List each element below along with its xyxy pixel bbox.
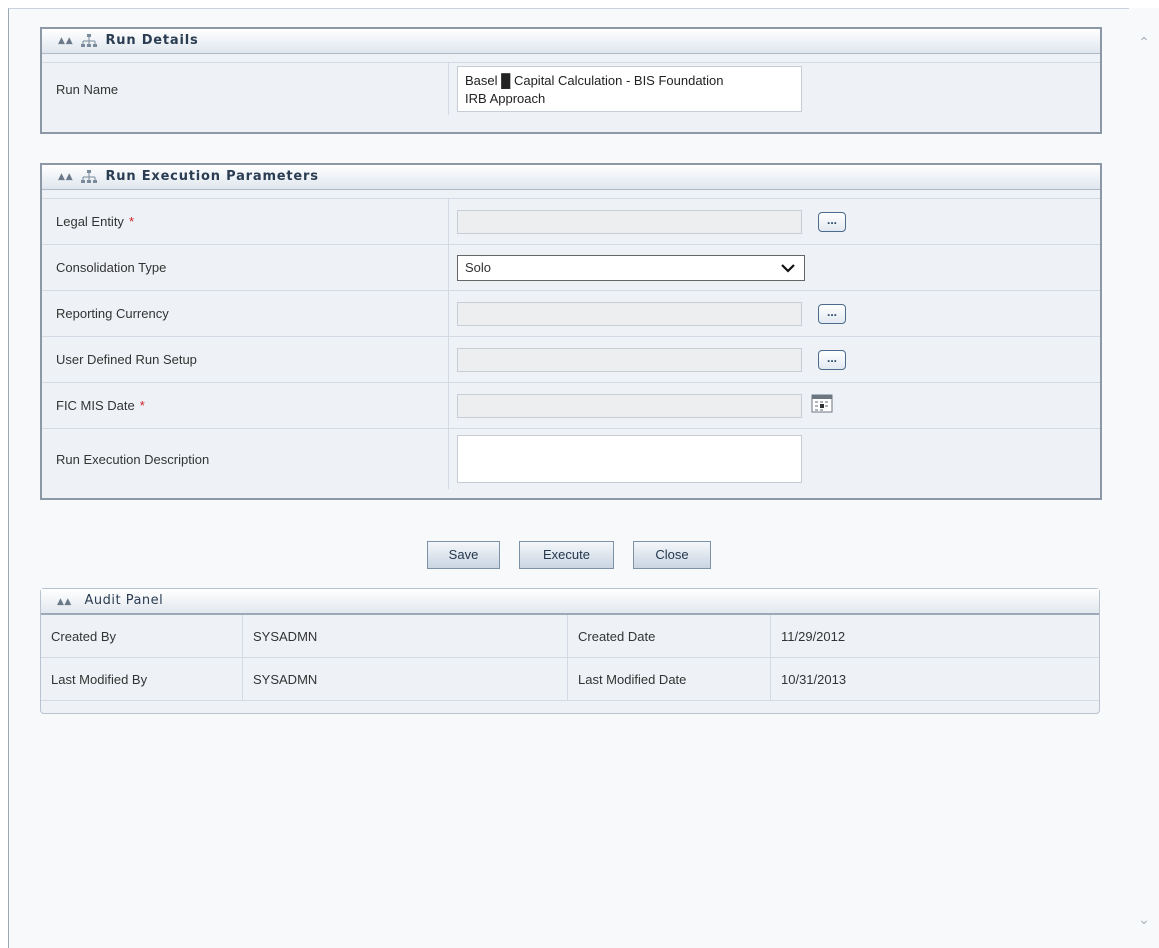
user-defined-run-setup-label-text: User Defined Run Setup <box>56 352 197 367</box>
fic-mis-date-field[interactable] <box>457 393 802 418</box>
run-details-header[interactable]: ▲▲ Run Details <box>42 29 1100 54</box>
run-execution-title: Run Execution Parameters <box>105 169 319 184</box>
audit-panel-title: Audit Panel <box>84 593 164 608</box>
run-execution-description-label: Run Execution Description <box>42 429 449 489</box>
created-date-value: 11/29/2012 <box>781 628 846 644</box>
run-details-title: Run Details <box>105 33 199 48</box>
last-modified-date-label: Last Modified Date <box>568 658 771 700</box>
created-date-label: Created Date <box>568 615 771 657</box>
created-by-label: Created By <box>41 615 243 657</box>
close-button[interactable]: Close <box>633 541 711 569</box>
run-name-cell: Basel █ Capital Calculation - BIS Founda… <box>449 63 1100 115</box>
fic-mis-date-label: FIC MIS Date * <box>42 383 449 428</box>
audit-row-modified: Last Modified By SYSADMN Last Modified D… <box>41 658 1099 701</box>
last-modified-by-label: Last Modified By <box>41 658 243 700</box>
user-defined-run-setup-label: User Defined Run Setup <box>42 337 449 382</box>
fic-mis-date-cell <box>449 383 1100 428</box>
required-marker: * <box>139 398 145 413</box>
consolidation-type-select[interactable]: Solo <box>457 254 805 281</box>
chevron-down-icon <box>781 263 795 273</box>
last-modified-by-value: SYSADMN <box>243 658 568 700</box>
run-name-label-text: Run Name <box>56 81 119 97</box>
reporting-currency-label: Reporting Currency <box>42 291 449 336</box>
legal-entity-field[interactable] <box>457 209 802 234</box>
run-execution-description-cell <box>449 429 1100 489</box>
legal-entity-label-text: Legal Entity <box>56 214 124 229</box>
fic-mis-date-label-text: FIC MIS Date <box>56 398 135 413</box>
user-defined-run-setup-cell: ... <box>449 337 1100 382</box>
run-execution-description-textarea[interactable] <box>457 435 802 483</box>
run-details-panel: ▲▲ Run Details Run Name Basel █ Capital … <box>40 27 1102 134</box>
calendar-icon[interactable] <box>811 393 833 413</box>
user-defined-run-setup-row: User Defined Run Setup ... <box>42 336 1100 382</box>
user-defined-run-setup-lookup-button[interactable]: ... <box>818 349 846 370</box>
collapse-icon[interactable]: ▲▲ <box>58 29 73 53</box>
consolidation-type-label-text: Consolidation Type <box>56 260 167 275</box>
run-name-label: Run Name <box>42 63 449 115</box>
legal-entity-lookup-button[interactable]: ... <box>818 211 846 232</box>
reporting-currency-cell: ... <box>449 291 1100 336</box>
run-name-row: Run Name Basel █ Capital Calculation - B… <box>42 62 1100 115</box>
audit-panel-header[interactable]: ▲▲ Audit Panel <box>41 589 1099 615</box>
run-name-line1: Basel █ Capital Calculation - BIS Founda… <box>465 73 724 88</box>
run-execution-header[interactable]: ▲▲ Run Execution Parameters <box>42 165 1100 190</box>
scroll-down-icon[interactable]: ⌄ <box>1135 911 1153 929</box>
run-execution-panel: ▲▲ Run Execution Parameters Legal Entity… <box>40 163 1102 500</box>
user-defined-run-setup-field[interactable] <box>457 347 802 372</box>
legal-entity-label: Legal Entity * <box>42 199 449 244</box>
reporting-currency-lookup-button[interactable]: ... <box>818 303 846 324</box>
consolidation-type-value: Solo <box>465 260 492 275</box>
consolidation-type-cell: Solo <box>449 245 1100 290</box>
last-modified-date-value: 10/31/2013 <box>781 671 847 687</box>
audit-panel: ▲▲ Audit Panel Created By SYSADMN Create… <box>40 588 1100 714</box>
hierarchy-icon <box>81 34 98 47</box>
audit-row-created: Created By SYSADMN Created Date 11/29/20… <box>41 615 1099 658</box>
created-by-value: SYSADMN <box>243 615 568 657</box>
run-name-line2: IRB Approach <box>465 91 546 106</box>
reporting-currency-field[interactable] <box>457 301 802 326</box>
scrollbar[interactable]: ⌃ ⌄ <box>1129 8 1159 947</box>
run-execution-description-row: Run Execution Description <box>42 428 1100 489</box>
execute-button[interactable]: Execute <box>519 541 614 569</box>
scroll-up-icon[interactable]: ⌃ <box>1135 34 1153 52</box>
reporting-currency-label-text: Reporting Currency <box>56 306 169 321</box>
fic-mis-date-row: FIC MIS Date * <box>42 382 1100 428</box>
save-button[interactable]: Save <box>427 541 500 569</box>
collapse-icon[interactable]: ▲▲ <box>58 165 73 189</box>
legal-entity-cell: ... <box>449 199 1100 244</box>
required-marker: * <box>128 214 134 229</box>
run-name-field: Basel █ Capital Calculation - BIS Founda… <box>457 66 802 112</box>
reporting-currency-row: Reporting Currency ... <box>42 290 1100 336</box>
consolidation-type-row: Consolidation Type Solo <box>42 244 1100 290</box>
collapse-icon[interactable]: ▲▲ <box>57 597 72 607</box>
legal-entity-row: Legal Entity * ... <box>42 198 1100 244</box>
hierarchy-icon <box>81 170 98 183</box>
consolidation-type-label: Consolidation Type <box>42 245 449 290</box>
run-execution-description-label-text: Run Execution Description <box>56 451 210 467</box>
